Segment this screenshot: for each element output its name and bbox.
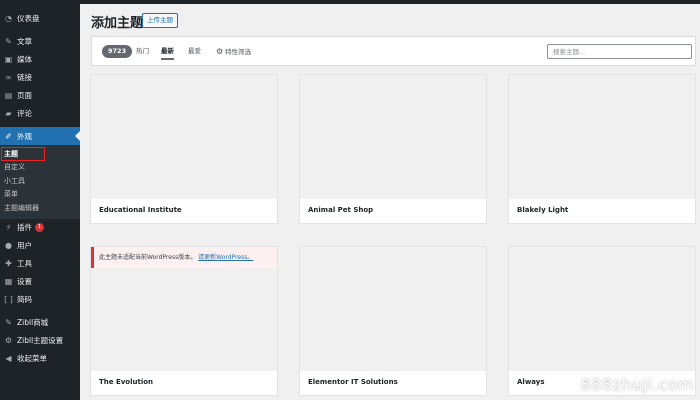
sidebar-item-media[interactable]: ▣ 媒体 xyxy=(0,50,80,68)
media-icon: ▣ xyxy=(4,54,13,64)
compatibility-notice: 此主题未适配当前WordPress版本。 请更新WordPress。 xyxy=(91,247,277,268)
sidebar-item-label: 页面 xyxy=(17,90,32,100)
settings-icon: ▦ xyxy=(4,277,13,286)
update-wordpress-link[interactable]: 请更新WordPress。 xyxy=(198,254,253,261)
comment-icon: ▰ xyxy=(5,108,12,118)
theme-filter-bar: 9723 热门 最新 最爱 ⚙ 特性筛选 xyxy=(91,36,696,66)
appearance-submenu: 主题 自定义 小工具 菜单 主题编辑器 xyxy=(0,145,80,219)
sidebar-item-label: 收起菜单 xyxy=(17,354,47,363)
sidebar-item-plugins[interactable]: ⚡ 插件 1 xyxy=(0,219,80,237)
theme-card[interactable]: Animal Pet Shop xyxy=(300,75,486,223)
sidebar-collapse-menu[interactable]: ◀ 收起菜单 xyxy=(0,350,80,368)
link-icon: ∞ xyxy=(5,72,12,82)
sidebar-item-label: 文章 xyxy=(17,36,32,46)
sidebar-item-dashboard[interactable]: ◔ 仪表盘 xyxy=(0,9,80,27)
dashboard-icon: ◔ xyxy=(5,13,12,23)
sidebar-item-label: Zibll商城 xyxy=(17,318,49,327)
shop-icon: ✎ xyxy=(5,318,12,327)
theme-screenshot[interactable] xyxy=(509,75,695,199)
theme-name: The Evolution xyxy=(99,378,154,386)
sidebar-item-shortcodes[interactable]: [ ] 简码 xyxy=(0,291,80,309)
submenu-item-widgets[interactable]: 小工具 xyxy=(0,174,80,188)
tab-feature-filter[interactable]: ⚙ 特性筛选 xyxy=(216,45,251,59)
sidebar-item-pages[interactable]: ▤ 页面 xyxy=(0,86,80,104)
sidebar-item-zibll-shop[interactable]: ✎ Zibll商城 xyxy=(0,314,80,332)
plugin-icon: ⚡ xyxy=(5,223,12,232)
sidebar-item-tools[interactable]: ✚ 工具 xyxy=(0,255,80,273)
sidebar-item-label: Zibll主题设置 xyxy=(17,336,64,345)
sidebar-item-appearance[interactable]: ✐ 外观 xyxy=(0,127,80,145)
watermark: 888zhuji.com xyxy=(580,375,694,394)
theme-screenshot[interactable] xyxy=(300,75,486,199)
sidebar-item-settings[interactable]: ▦ 设置 xyxy=(0,273,80,291)
sidebar-item-label: 媒体 xyxy=(17,54,32,64)
notice-text: 此主题未适配当前WordPress版本。 xyxy=(99,254,197,261)
theme-name: Animal Pet Shop xyxy=(308,206,374,214)
brackets-icon: [ ] xyxy=(4,295,13,304)
page-title: 添加主题 xyxy=(91,16,144,31)
theme-screenshot[interactable] xyxy=(509,247,695,371)
wrench-icon: ✚ xyxy=(5,259,12,268)
collapse-icon: ◀ xyxy=(5,354,12,363)
theme-card[interactable]: 此主题未适配当前WordPress版本。 请更新WordPress。 The E… xyxy=(91,247,277,395)
theme-name: Educational Institute xyxy=(99,206,182,214)
sidebar-item-posts[interactable]: ✎ 文章 xyxy=(0,32,80,50)
sidebar-item-label: 外观 xyxy=(17,131,32,141)
pin-icon: ✎ xyxy=(5,36,12,46)
sidebar-item-label: 仪表盘 xyxy=(17,13,40,23)
sidebar-item-label: 用户 xyxy=(17,241,32,250)
sidebar-item-label: 插件 xyxy=(17,223,32,232)
submenu-item-customize[interactable]: 自定义 xyxy=(0,161,80,175)
submenu-item-themes[interactable]: 主题 xyxy=(1,147,45,161)
brush-icon: ✐ xyxy=(5,131,12,141)
admin-sidebar: ◔ 仪表盘 ✎ 文章 ▣ 媒体 ∞ 链接 ▤ 页面 ▰ 评论 ✐ 外观 主题 自… xyxy=(0,4,80,400)
theme-card[interactable]: Blakely Light xyxy=(509,75,695,223)
update-count-badge: 1 xyxy=(35,223,44,232)
sidebar-item-zibll-theme-settings[interactable]: ⚙ Zibll主题设置 xyxy=(0,332,80,350)
submenu-item-menus[interactable]: 菜单 xyxy=(0,188,80,202)
upload-theme-button[interactable]: 上传主题 xyxy=(142,13,178,28)
sidebar-item-users[interactable]: ● 用户 xyxy=(0,237,80,255)
sidebar-item-label: 评论 xyxy=(17,108,32,118)
user-icon: ● xyxy=(5,241,12,250)
sidebar-item-label: 简码 xyxy=(17,295,32,304)
feature-filter-label: 特性筛选 xyxy=(225,48,252,56)
sidebar-item-label: 设置 xyxy=(17,277,32,286)
sidebar-item-links[interactable]: ∞ 链接 xyxy=(0,68,80,86)
theme-card[interactable]: Elementor IT Solutions xyxy=(300,247,486,395)
page-icon: ▤ xyxy=(4,90,13,100)
theme-card[interactable]: Always xyxy=(509,247,695,395)
tab-popular[interactable]: 热门 xyxy=(136,45,149,58)
theme-name: Always xyxy=(517,378,545,386)
theme-screenshot[interactable] xyxy=(300,247,486,371)
theme-name: Elementor IT Solutions xyxy=(308,378,398,386)
theme-search-input[interactable] xyxy=(547,44,692,59)
theme-count-badge: 9723 xyxy=(102,45,133,58)
theme-card[interactable]: Educational Institute xyxy=(91,75,277,223)
sidebar-item-comments[interactable]: ▰ 评论 xyxy=(0,104,80,122)
sidebar-item-label: 链接 xyxy=(17,72,32,82)
gear-icon: ⚙ xyxy=(4,336,13,345)
theme-name: Blakely Light xyxy=(517,206,569,214)
submenu-item-theme-editor[interactable]: 主题编辑器 xyxy=(0,201,80,215)
main-content: 添加主题 上传主题 9723 热门 最新 最爱 ⚙特性筛选 Educationa… xyxy=(80,4,700,400)
gear-icon: ⚙ xyxy=(216,47,224,56)
tab-latest[interactable]: 最新 xyxy=(161,45,174,60)
sidebar-item-label: 工具 xyxy=(17,259,32,268)
theme-screenshot[interactable] xyxy=(91,75,277,199)
tab-favorites[interactable]: 最爱 xyxy=(188,45,201,58)
